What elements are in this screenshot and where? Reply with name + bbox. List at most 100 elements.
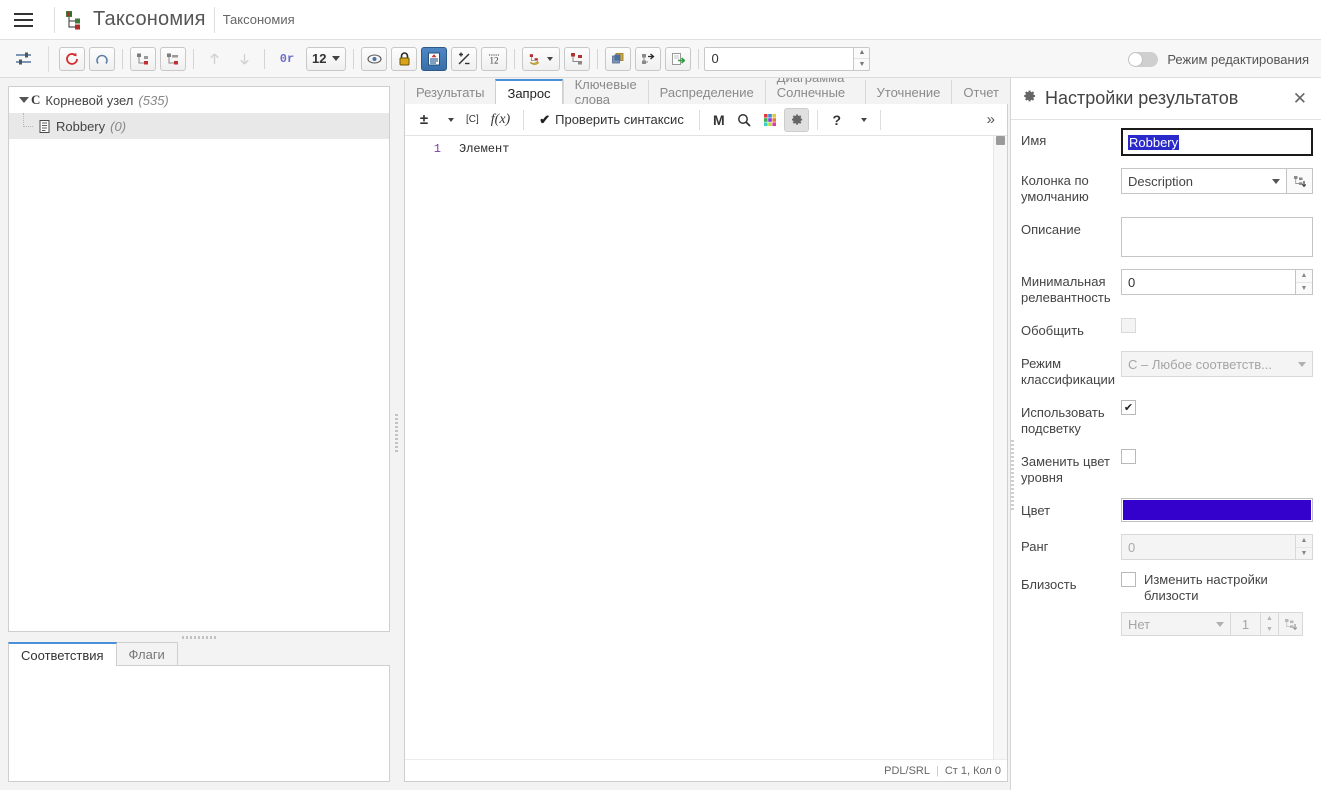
count-stepper-up[interactable]: ▲ <box>854 48 870 59</box>
color-grid-icon <box>763 113 776 126</box>
tab-keywords[interactable]: Ключевые слова <box>562 77 648 107</box>
tab-matches[interactable]: Соответствия <box>8 642 117 666</box>
editor-settings-button[interactable] <box>783 107 809 132</box>
default-column-select[interactable]: Description <box>1121 168 1287 194</box>
expand-triangle-icon[interactable] <box>17 97 31 103</box>
node-tool-button[interactable] <box>522 46 561 71</box>
root-node-count: (535) <box>138 92 169 108</box>
chevron-down-icon <box>1298 361 1306 367</box>
eye-button[interactable] <box>361 46 388 71</box>
rank-stepper-down[interactable]: ▼ <box>1296 548 1312 560</box>
toolbar-divider-3 <box>264 48 265 69</box>
editor-vertical-scrollbar[interactable] <box>993 136 1007 759</box>
tab-distribution[interactable]: Распределение <box>647 80 765 104</box>
sliders-icon[interactable] <box>8 47 38 71</box>
close-icon[interactable]: ✕ <box>1289 89 1311 109</box>
proximity-select[interactable]: Нет <box>1121 612 1231 636</box>
count-stepper[interactable]: ▲ ▼ <box>854 46 871 71</box>
reload-button[interactable] <box>89 46 115 71</box>
hamburger-menu-icon[interactable] <box>10 7 36 33</box>
editor-status-bar: PDL/SRL | Ст 1, Кол 0 <box>405 759 1007 781</box>
tab-report-label: Отчет <box>963 84 999 100</box>
proximity-checkbox[interactable] <box>1121 572 1136 587</box>
color-swatch <box>1123 500 1311 520</box>
proximity-stepper-down[interactable]: ▼ <box>1261 624 1278 635</box>
tree-row-robbery[interactable]: Robbery (0) <box>9 113 389 139</box>
tab-sunburst[interactable]: Диаграмма Солнечные лучи <box>764 70 865 115</box>
edit-mode-toggle[interactable] <box>1128 51 1159 67</box>
lock-button[interactable] <box>391 46 418 71</box>
level-select[interactable]: 12 <box>306 46 347 71</box>
field-proximity: Близость Изменить настройки близости Нет… <box>1021 572 1313 636</box>
line-numbers: 1 <box>405 136 447 759</box>
chevron-down-icon <box>1272 178 1280 184</box>
color-swatch-button[interactable] <box>1121 498 1313 522</box>
min-relevance-input[interactable]: 0 <box>1121 269 1295 295</box>
query-editor: ± [C] f(x) ✔ Проверить синтаксис M ? » 1… <box>404 104 1008 782</box>
min-relevance-stepper-up[interactable]: ▲ <box>1296 270 1312 283</box>
collapse-tree-button[interactable] <box>160 46 186 71</box>
magnifier-icon <box>737 113 751 127</box>
tab-results-label: Результаты <box>416 84 485 100</box>
tab-refinement[interactable]: Уточнение <box>864 80 952 104</box>
vertical-splitter-left[interactable] <box>390 78 402 790</box>
highlight-button[interactable] <box>421 46 448 71</box>
count-stepper-down[interactable]: ▼ <box>854 59 869 70</box>
help-dropdown[interactable] <box>850 108 872 132</box>
proximity-stepper[interactable]: ▲ ▼ <box>1261 612 1279 636</box>
move-down-button[interactable] <box>231 47 257 71</box>
tree-row-root[interactable]: C Корневой узел (535) <box>9 87 389 113</box>
node-export-button[interactable] <box>635 46 662 71</box>
tab-results[interactable]: Результаты <box>404 80 495 104</box>
count-input[interactable]: 0 <box>704 46 855 71</box>
search-button[interactable] <box>732 108 756 132</box>
move-up-button[interactable] <box>201 47 227 71</box>
horizontal-splitter[interactable] <box>8 632 390 642</box>
description-label: Описание <box>1021 222 1081 237</box>
expand-tree-button[interactable] <box>130 46 156 71</box>
rank-stepper[interactable]: ▲ ▼ <box>1295 534 1313 560</box>
tab-report[interactable]: Отчет <box>951 80 1010 104</box>
toolbar-divider-7 <box>698 48 700 69</box>
check-syntax-button[interactable]: ✔ Проверить синтаксис <box>532 108 691 132</box>
tab-flags[interactable]: Флаги <box>115 642 178 666</box>
default-column-picker-button[interactable] <box>1287 168 1313 194</box>
rank-stepper-up[interactable]: ▲ <box>1296 535 1312 548</box>
name-input[interactable]: Robbery <box>1121 128 1313 156</box>
generalize-label: Обобщить <box>1021 323 1084 338</box>
calendar-button[interactable]: 12 <box>481 46 508 71</box>
color-palette-button[interactable] <box>758 108 782 132</box>
scrollbar-thumb[interactable] <box>996 136 1005 145</box>
import-export-dropdown[interactable] <box>437 108 459 132</box>
editor-divider-3 <box>816 109 818 130</box>
description-textarea[interactable] <box>1121 217 1313 257</box>
refresh-button[interactable] <box>59 46 85 71</box>
macro-button[interactable]: M <box>708 108 730 132</box>
generalize-checkbox[interactable] <box>1121 318 1136 333</box>
tab-query[interactable]: Запрос <box>495 79 563 105</box>
import-export-button[interactable]: ± <box>413 108 435 132</box>
min-relevance-stepper-down[interactable]: ▼ <box>1296 283 1312 295</box>
panel-grip[interactable] <box>1010 440 1014 510</box>
taxonomy-tree-icon <box>63 9 85 31</box>
code-content[interactable]: Элемент <box>447 136 993 759</box>
bracket-c-button[interactable]: [C] <box>461 108 484 132</box>
min-relevance-stepper[interactable]: ▲ ▼ <box>1295 269 1313 295</box>
code-area[interactable]: 1 Элемент <box>405 136 1007 759</box>
or-operator-button[interactable]: 0r <box>272 47 302 71</box>
document-export-button[interactable] <box>665 46 692 71</box>
proximity-controls: Нет 1 ▲ ▼ <box>1121 612 1303 636</box>
function-button[interactable]: f(x) <box>486 108 515 132</box>
classification-mode-select[interactable]: C – Любое соответств... <box>1121 351 1313 377</box>
editor-overflow-button[interactable]: » <box>987 111 999 128</box>
proximity-stepper-up[interactable]: ▲ <box>1261 613 1278 624</box>
plus-minus-button[interactable] <box>451 46 478 71</box>
layers-button[interactable] <box>605 46 632 71</box>
help-button[interactable]: ? <box>826 108 848 132</box>
use-highlight-checkbox[interactable]: ✔ <box>1121 400 1136 415</box>
rank-input[interactable]: 0 <box>1121 534 1295 560</box>
node-move-button[interactable] <box>564 46 591 71</box>
proximity-picker-button[interactable] <box>1279 612 1303 636</box>
proximity-number-input[interactable]: 1 <box>1231 612 1261 636</box>
replace-level-color-checkbox[interactable] <box>1121 449 1136 464</box>
